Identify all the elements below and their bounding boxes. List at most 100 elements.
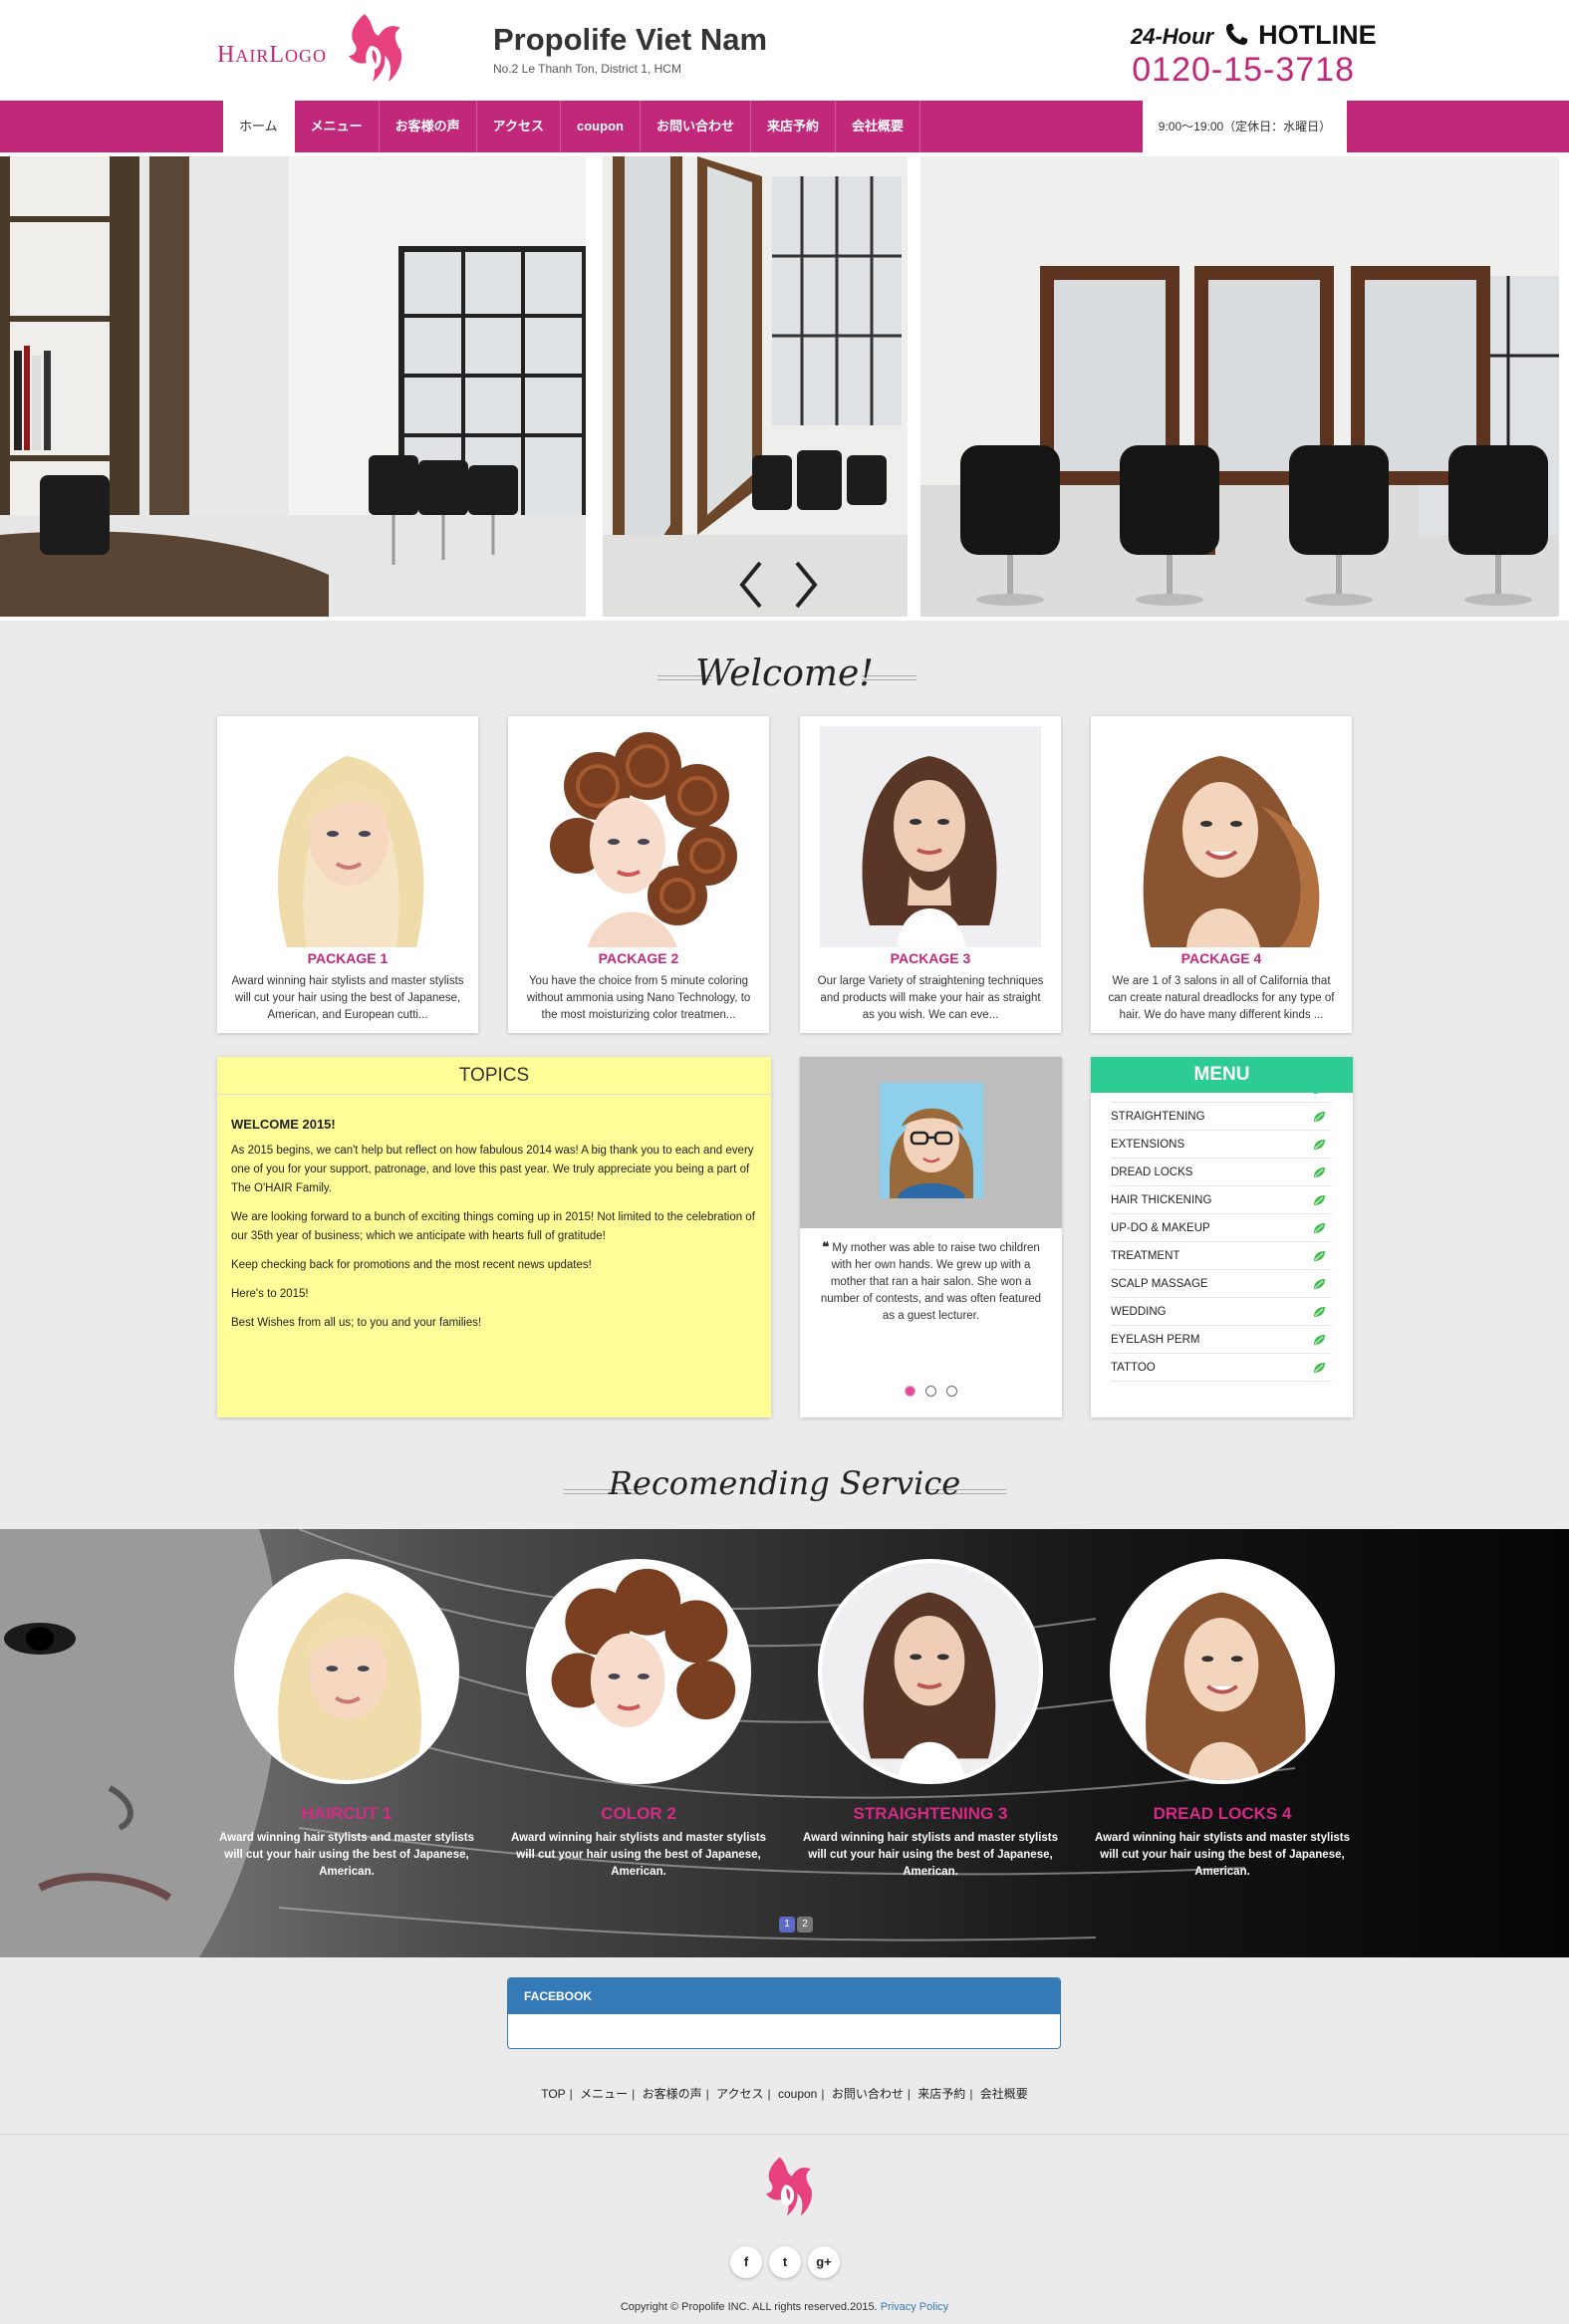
logo-text: HAIRLOGO [217,42,328,68]
footer-link-coupon[interactable]: coupon [778,2087,817,2101]
nav-item-home[interactable]: ホーム [223,101,295,152]
testimonial-pager [800,1384,1062,1402]
nav-item-access[interactable]: アクセス [477,101,562,152]
recommend-card[interactable]: DREAD LOCKS 4 Award winning hair stylist… [1089,1559,1356,1881]
topics-heading: WELCOME 2015! [231,1117,336,1132]
menu-item[interactable]: DREAD LOCKS [1111,1159,1332,1186]
hair-logo-icon [349,14,402,82]
copyright-text: Copyright © Propolife INC. ALL rights re… [620,2301,878,2313]
leaf-icon [1314,1112,1325,1122]
nav-item-menu[interactable]: メニュー [295,101,380,152]
testimonial-dot[interactable] [905,1386,915,1397]
footer-link-top[interactable]: TOP [541,2087,565,2101]
recommend-card-title: COLOR 2 [601,1804,676,1823]
topics-paragraph: Best Wishes from all us; to you and your… [231,1317,482,1329]
package-text: We are 1 of 3 salons in all of Californi… [1108,975,1335,1021]
hair-logo-icon[interactable] [753,2154,817,2219]
menu-item[interactable]: EYELASH PERM [1111,1326,1332,1354]
menu-item-label: HAIR THICKENING [1111,1194,1212,1206]
nav-item-voice[interactable]: お客様の声 [380,101,477,152]
recommend-page-button[interactable]: 1 [779,1917,795,1933]
recommend-card-text: Award winning hair stylists and master s… [1094,1832,1351,1878]
testimonial-dot[interactable] [946,1386,957,1397]
company-address: No.2 Le Thanh Ton, District 1, HCM [493,62,681,76]
slider-next-icon[interactable] [785,555,825,615]
testimonial-text: My mother was able to raise two children… [820,1242,1042,1322]
slider-prev-icon[interactable] [732,555,772,615]
package-text: Award winning hair stylists and master s… [231,975,464,1021]
recommend-image [1110,1559,1335,1784]
copyright: Copyright © Propolife INC. ALL rights re… [0,2301,1569,2313]
menu-item[interactable]: UP-DO & MAKEUP [1111,1214,1332,1242]
footer-nav: TOP | メニュー | お客様の声 | アクセス | coupon | お問い合わせ | … [541,2087,1028,2101]
footer-link-contact[interactable]: お問い合わせ [832,2087,904,2101]
menu-item-label: DREAD LOCKS [1111,1166,1193,1178]
topics-paragraph: As 2015 begins, we can't help but reflec… [231,1145,754,1194]
phone-icon [1225,23,1247,45]
nav-item-reservation[interactable]: 来店予約 [751,101,836,152]
company-name: Propolife Viet Nam [493,22,768,57]
hotline[interactable]: 24-Hour HOTLINE 0120-15-3718 [1131,20,1377,90]
menu-item[interactable]: TATTOO [1111,1354,1332,1382]
nav-item-contact[interactable]: お問い合わせ [641,101,751,152]
recommend-pager: 12 [779,1914,815,1933]
leaf-icon [1314,1251,1325,1261]
recommend-card-title: STRAIGHTENING 3 [853,1804,1008,1823]
package-card[interactable]: PACKAGE 1 Award winning hair stylists an… [217,716,478,1033]
package-image [820,726,1041,947]
footer-link-voice[interactable]: お客様の声 [643,2087,702,2101]
menu-list[interactable]: PERM STRAIGHTENING EXTENSIONS DREAD LOCKS HA… [1111,1093,1332,1392]
menu-item[interactable]: TREATMENT [1111,1242,1332,1270]
package-card[interactable]: PACKAGE 3 Our large Variety of straighte… [800,716,1061,1033]
menu-item-label: TATTOO [1111,1362,1156,1374]
recommend-card-title: DREAD LOCKS 4 [1153,1804,1292,1823]
nav-item-company[interactable]: 会社概要 [836,101,920,152]
privacy-policy-link[interactable]: Privacy Policy [881,2301,948,2313]
recommend-card[interactable]: HAIRCUT 1 Award winning hair stylists an… [213,1559,480,1881]
leaf-icon [1314,1093,1320,1094]
menu-item[interactable]: PERM [1111,1093,1332,1103]
package-card[interactable]: PACKAGE 2 You have the choice from 5 min… [508,716,769,1033]
recommend-card-text: Award winning hair stylists and master s… [218,1832,475,1878]
package-title: PACKAGE 2 [598,950,679,966]
package-image [528,726,749,947]
recommend-image [818,1559,1043,1784]
package-title: PACKAGE 3 [890,950,971,966]
menu-item[interactable]: SCALP MASSAGE [1111,1270,1332,1298]
menu-item[interactable]: EXTENSIONS [1111,1131,1332,1159]
google-plus-icon[interactable]: g+ [808,2246,840,2278]
leaf-icon [1314,1335,1325,1345]
recommend-card-text: Award winning hair stylists and master s… [802,1832,1059,1878]
hero-slide-image [920,156,1559,617]
twitter-icon[interactable]: t [769,2246,801,2278]
recommend-page-button[interactable]: 2 [797,1917,813,1933]
footer-link-company[interactable]: 会社概要 [980,2087,1028,2101]
leaf-icon [1314,1279,1325,1289]
footer-link-menu[interactable]: メニュー [580,2087,628,2101]
business-hours: 9:00〜19:00（定休日：水曜日） [1143,101,1347,152]
recommend-card[interactable]: STRAIGHTENING 3 Award winning hair styli… [797,1559,1064,1881]
hero-slide-image [0,156,586,617]
menu-item[interactable]: STRAIGHTENING [1111,1103,1332,1131]
facebook-icon[interactable]: f [730,2246,762,2278]
footer-link-reservation[interactable]: 来店予約 [917,2087,965,2101]
menu-item[interactable]: WEDDING [1111,1298,1332,1326]
footer-link-access[interactable]: アクセス [716,2087,763,2101]
topics-paragraph: Keep checking back for promotions and th… [231,1259,592,1271]
menu-item-label: PERM [1111,1093,1144,1095]
package-card[interactable]: PACKAGE 4 We are 1 of 3 salons in all of… [1091,716,1352,1033]
package-title: PACKAGE 4 [1180,950,1262,966]
topics-title: TOPICS [217,1057,771,1095]
package-text: Our large Variety of straightening techn… [817,975,1044,1021]
menu-item-label: EYELASH PERM [1111,1334,1200,1346]
service-menu: MENU PERM STRAIGHTENING EXTENSIONS DREAD LO… [1091,1057,1353,1418]
recommend-card[interactable]: COLOR 2 Award winning hair stylists and … [505,1559,772,1881]
testimonial-dot[interactable] [925,1386,936,1397]
hotline-label: HOTLINE [1258,20,1377,50]
menu-item-label: EXTENSIONS [1111,1139,1185,1151]
nav-item-coupon[interactable]: coupon [561,101,641,152]
site-logo[interactable]: HAIRLOGO [217,10,416,90]
menu-item-label: UP-DO & MAKEUP [1111,1222,1210,1234]
recommend-image [526,1559,751,1784]
menu-item[interactable]: HAIR THICKENING [1111,1186,1332,1214]
